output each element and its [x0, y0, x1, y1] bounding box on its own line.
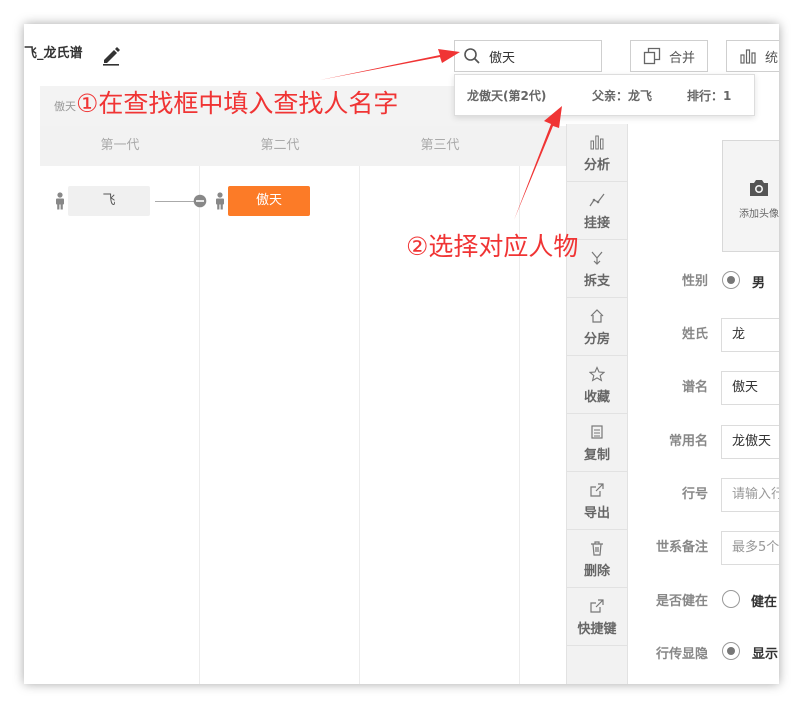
- stats-label: 统: [765, 50, 779, 66]
- genealogy-name-input[interactable]: 傲天: [721, 371, 779, 405]
- surname-label: 姓氏: [681, 327, 708, 342]
- menu-label: 快捷键: [577, 622, 617, 637]
- alive-label: 是否健在: [655, 594, 708, 609]
- search-result-father: 父亲：龙飞: [592, 89, 653, 103]
- app-window: 飞_龙氏谱 合并 统 傲天 第一代 第二代 第三代: [24, 24, 779, 684]
- male-person-icon: [216, 192, 224, 210]
- generation-header: 第一代 第二代 第三代: [40, 126, 566, 166]
- male-person-icon: [56, 192, 64, 210]
- trash-icon: [591, 541, 603, 556]
- copy-icon: [591, 425, 603, 439]
- visibility-value: 显示: [752, 647, 779, 662]
- side-menu: 分析 挂接 拆支 分房 收藏 复制 导出 删除 快捷键: [566, 124, 628, 684]
- menu-copy[interactable]: 复制: [567, 414, 627, 472]
- rank-label: 行号: [681, 487, 708, 502]
- gender-label: 性别: [681, 274, 708, 289]
- star-icon: [589, 366, 605, 382]
- menu-label: 复制: [583, 448, 610, 463]
- menu-label: 分析: [583, 158, 610, 173]
- search-input[interactable]: [489, 46, 589, 66]
- surname-input[interactable]: 龙: [721, 318, 779, 352]
- shortcut-icon: [590, 599, 604, 613]
- menu-delete[interactable]: 删除: [567, 530, 627, 588]
- search-result-rank: 排行：1: [687, 89, 732, 103]
- menu-label: 删除: [583, 564, 610, 579]
- genealogy-name-label: 谱名: [681, 380, 708, 395]
- column-divider: [199, 166, 200, 684]
- column-divider: [359, 166, 360, 684]
- bar-chart-icon: [590, 135, 604, 150]
- link-icon: [589, 193, 605, 207]
- common-name-label: 常用名: [668, 434, 708, 449]
- avatar-label: 添加头像: [739, 209, 779, 220]
- search-result-name[interactable]: 龙傲天(第2代): [467, 87, 546, 104]
- menu-label: 导出: [583, 506, 610, 521]
- search-results-dropdown: 龙傲天(第2代) 父亲：龙飞 排行：1: [454, 74, 755, 116]
- merge-button[interactable]: 合并: [630, 40, 708, 72]
- alive-radio[interactable]: [722, 590, 740, 608]
- merge-icon: [643, 47, 661, 65]
- genealogy-title: 飞_龙氏谱: [24, 46, 83, 61]
- generation-label: 第三代: [420, 138, 460, 153]
- menu-shortcut[interactable]: 快捷键: [567, 588, 627, 646]
- stats-button[interactable]: 统: [726, 40, 779, 72]
- bar-chart-icon: [740, 49, 756, 64]
- home-icon: [590, 309, 604, 323]
- annotation-step1: ①在查找框中填入查找人名字: [76, 89, 399, 118]
- collapse-icon[interactable]: [193, 194, 207, 208]
- gender-male-radio[interactable]: [722, 271, 740, 289]
- avatar-upload[interactable]: 添加头像: [722, 140, 779, 252]
- search-icon: [464, 48, 480, 64]
- breadcrumb: 傲天: [54, 100, 76, 113]
- menu-export[interactable]: 导出: [567, 472, 627, 530]
- export-icon: [590, 483, 604, 497]
- menu-analyze[interactable]: 分析: [567, 124, 627, 182]
- common-name-input[interactable]: 龙傲天: [721, 425, 779, 459]
- visibility-label: 行传显隐: [655, 647, 708, 662]
- tree-node[interactable]: 飞: [68, 186, 150, 216]
- camera-icon: [750, 180, 768, 196]
- rank-input[interactable]: 请输入行号: [721, 478, 779, 512]
- menu-label: 拆支: [583, 274, 610, 289]
- menu-branch[interactable]: 分房: [567, 298, 627, 356]
- edit-pencil-icon[interactable]: [100, 44, 122, 66]
- alive-value: 健在: [751, 595, 778, 610]
- merge-label: 合并: [669, 50, 696, 66]
- menu-favorite[interactable]: 收藏: [567, 356, 627, 414]
- search-box[interactable]: [454, 40, 602, 72]
- menu-label: 分房: [583, 332, 610, 347]
- gender-value: 男: [752, 276, 766, 291]
- split-icon: [591, 251, 603, 265]
- menu-label: 收藏: [583, 390, 610, 405]
- annotation-step2: ②选择对应人物: [406, 232, 579, 261]
- lineage-note-label: 世系备注: [655, 540, 708, 555]
- generation-label: 第二代: [260, 138, 300, 153]
- visibility-radio[interactable]: [722, 642, 740, 660]
- tree-node-selected[interactable]: 傲天: [228, 186, 310, 216]
- generation-label: 第一代: [100, 138, 140, 153]
- lineage-note-input[interactable]: 最多5个字: [721, 531, 779, 565]
